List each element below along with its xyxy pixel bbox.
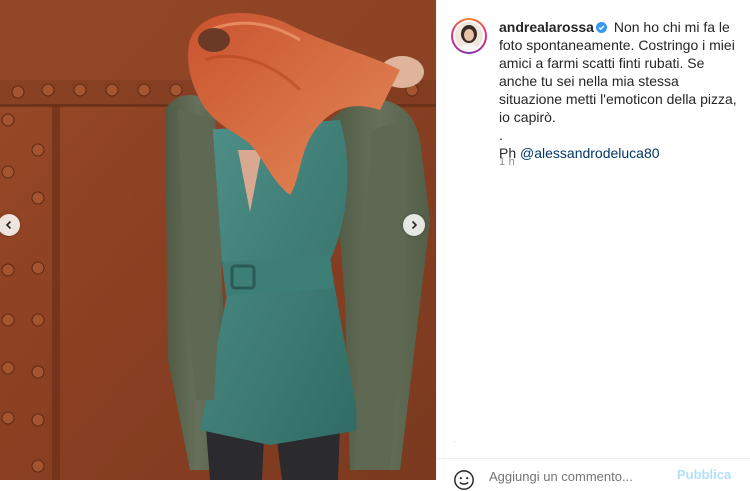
verified-badge-icon (595, 22, 607, 33)
caption-text: andrealarossa Non ho chi mi fa le foto s… (499, 18, 739, 162)
username-link[interactable]: andrealarossa (499, 19, 594, 35)
caption-dot: . (499, 127, 503, 143)
post-photo[interactable] (0, 0, 436, 480)
avatar-image (455, 22, 483, 50)
chevron-right-icon (411, 220, 418, 230)
mention-link[interactable]: @alessandrodeluca80 (520, 145, 660, 161)
comment-bar: Pubblica (437, 458, 750, 490)
comment-input[interactable] (489, 467, 659, 485)
chevron-left-icon (5, 220, 12, 230)
post-side-panel: andrealarossa Non ho chi mi fa le foto s… (437, 0, 750, 490)
photo-image (0, 0, 436, 480)
avatar[interactable] (451, 18, 487, 54)
next-photo-button[interactable] (403, 214, 425, 236)
post-time[interactable]: 1 h (499, 156, 515, 168)
decorative-dot: · (453, 436, 456, 446)
emoji-smile-icon[interactable] (453, 469, 475, 491)
caption-block: andrealarossa Non ho chi mi fa le foto s… (451, 18, 741, 162)
